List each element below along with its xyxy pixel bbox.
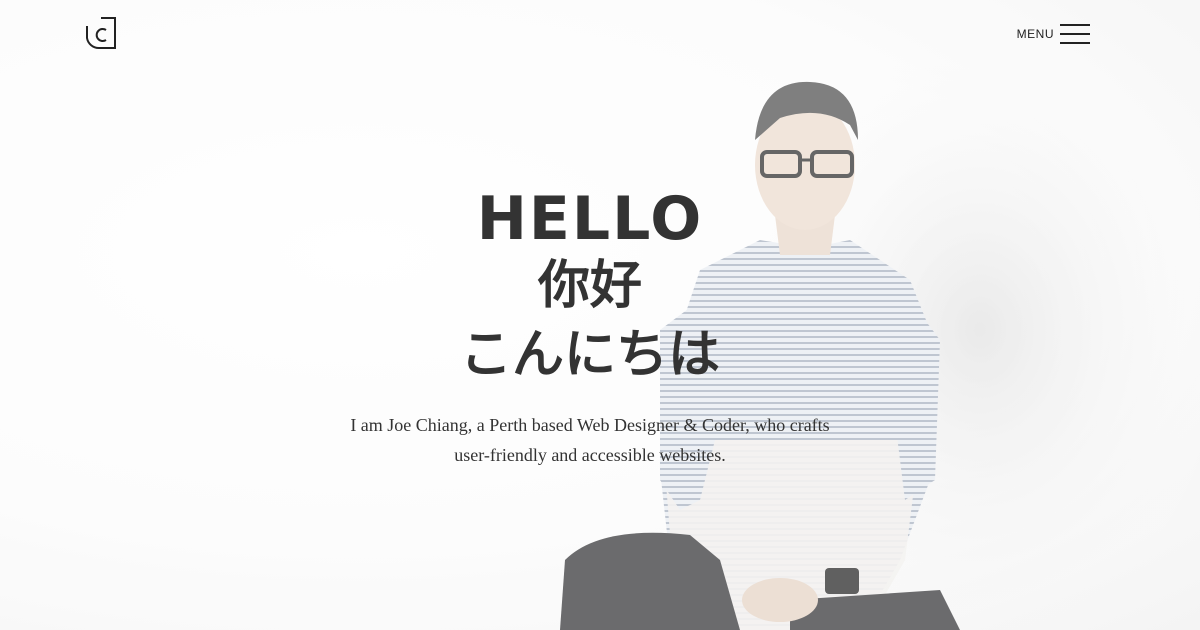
menu-button[interactable]: MENU	[1017, 24, 1090, 44]
greeting-english: HELLO	[476, 184, 704, 254]
menu-label: MENU	[1016, 27, 1054, 41]
hamburger-icon	[1060, 24, 1090, 44]
greeting-japanese: こんにちは	[459, 325, 720, 385]
page: MENU HELLO 你好 こんにちは I am Joe Chiang, a P…	[0, 0, 1200, 630]
jc-monogram-logo[interactable]	[84, 16, 118, 50]
intro-line-1: I am Joe Chiang, a Perth based Web Desig…	[350, 415, 830, 435]
greeting-chinese: 你好	[537, 256, 642, 316]
intro-line-2: user-friendly and accessible websites.	[454, 445, 726, 465]
hero-intro: I am Joe Chiang, a Perth based Web Desig…	[320, 410, 860, 470]
hero-greeting: HELLO 你好 こんにちは	[340, 186, 840, 390]
